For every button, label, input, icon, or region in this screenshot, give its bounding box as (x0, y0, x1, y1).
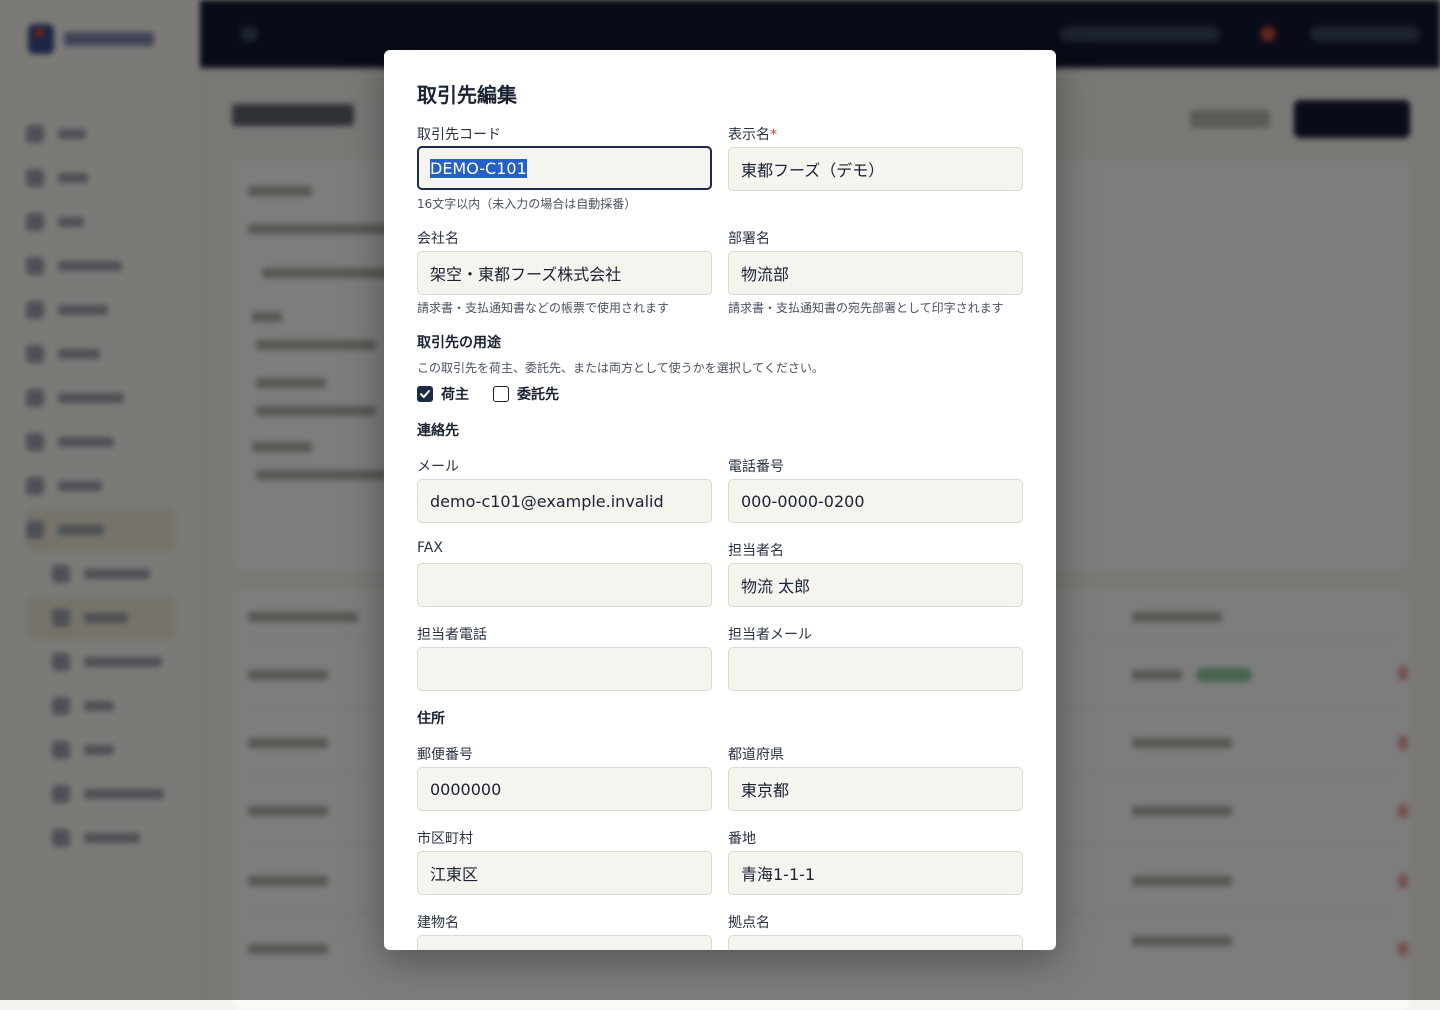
department-label: 部署名 (728, 231, 770, 247)
display-name-input[interactable] (728, 147, 1023, 191)
unchecked-box-icon (493, 386, 509, 402)
company-name-input[interactable] (417, 251, 712, 295)
street-input[interactable] (728, 851, 1023, 895)
contact-name-label: 担当者名 (728, 543, 784, 559)
usage-heading: 取引先の用途 (417, 335, 501, 351)
partner-edit-modal: 取引先編集 取引先コード DEMO-C101 16文字以内（未入力の場合は自動採… (384, 50, 1056, 950)
partner-code-label: 取引先コード (417, 127, 501, 143)
display-name-label: 表示名* (728, 127, 777, 143)
contact-phone-label: 担当者電話 (417, 627, 487, 643)
partner-code-help: 16文字以内（未入力の場合は自動採番） (417, 197, 637, 211)
contractor-label: 委託先 (517, 387, 559, 403)
usage-description: この取引先を荷主、委託先、または両方として使うかを選択してください。 (417, 361, 824, 375)
contact-phone-input[interactable] (417, 647, 712, 691)
contact-email-input[interactable] (728, 647, 1023, 691)
contractor-checkbox[interactable]: 委託先 (493, 384, 559, 404)
checkmark-icon (417, 386, 433, 402)
postal-code-input[interactable] (417, 767, 712, 811)
contact-section-heading: 連絡先 (417, 423, 459, 439)
company-name-help: 請求書・支払通知書などの帳票で使用されます (417, 301, 670, 315)
fax-label: FAX (417, 540, 443, 556)
partner-code-selected-text: DEMO-C101 (430, 158, 527, 178)
address-section-heading: 住所 (417, 711, 445, 727)
phone-label: 電話番号 (728, 459, 784, 475)
phone-input[interactable] (728, 479, 1023, 523)
department-help: 請求書・支払通知書の宛先部署として印字されます (728, 301, 1004, 315)
building-input[interactable] (417, 935, 712, 950)
city-label: 市区町村 (417, 831, 473, 847)
building-label: 建物名 (417, 915, 459, 931)
postal-code-label: 郵便番号 (417, 747, 473, 763)
contact-email-label: 担当者メール (728, 627, 812, 643)
email-label: メール (417, 459, 459, 475)
site-name-input[interactable] (728, 935, 1023, 950)
city-input[interactable] (417, 851, 712, 895)
prefecture-input[interactable] (728, 767, 1023, 811)
partner-code-input[interactable]: DEMO-C101 (417, 146, 712, 190)
required-mark: * (770, 127, 777, 143)
email-input[interactable] (417, 479, 712, 523)
shipper-label: 荷主 (441, 387, 469, 403)
site-name-label: 拠点名 (728, 915, 770, 931)
department-input[interactable] (728, 251, 1023, 295)
shipper-checkbox[interactable]: 荷主 (417, 384, 469, 404)
modal-title: 取引先編集 (417, 83, 517, 107)
prefecture-label: 都道府県 (728, 747, 784, 763)
street-label: 番地 (728, 831, 756, 847)
company-name-label: 会社名 (417, 231, 459, 247)
fax-input[interactable] (417, 563, 712, 607)
contact-name-input[interactable] (728, 563, 1023, 607)
